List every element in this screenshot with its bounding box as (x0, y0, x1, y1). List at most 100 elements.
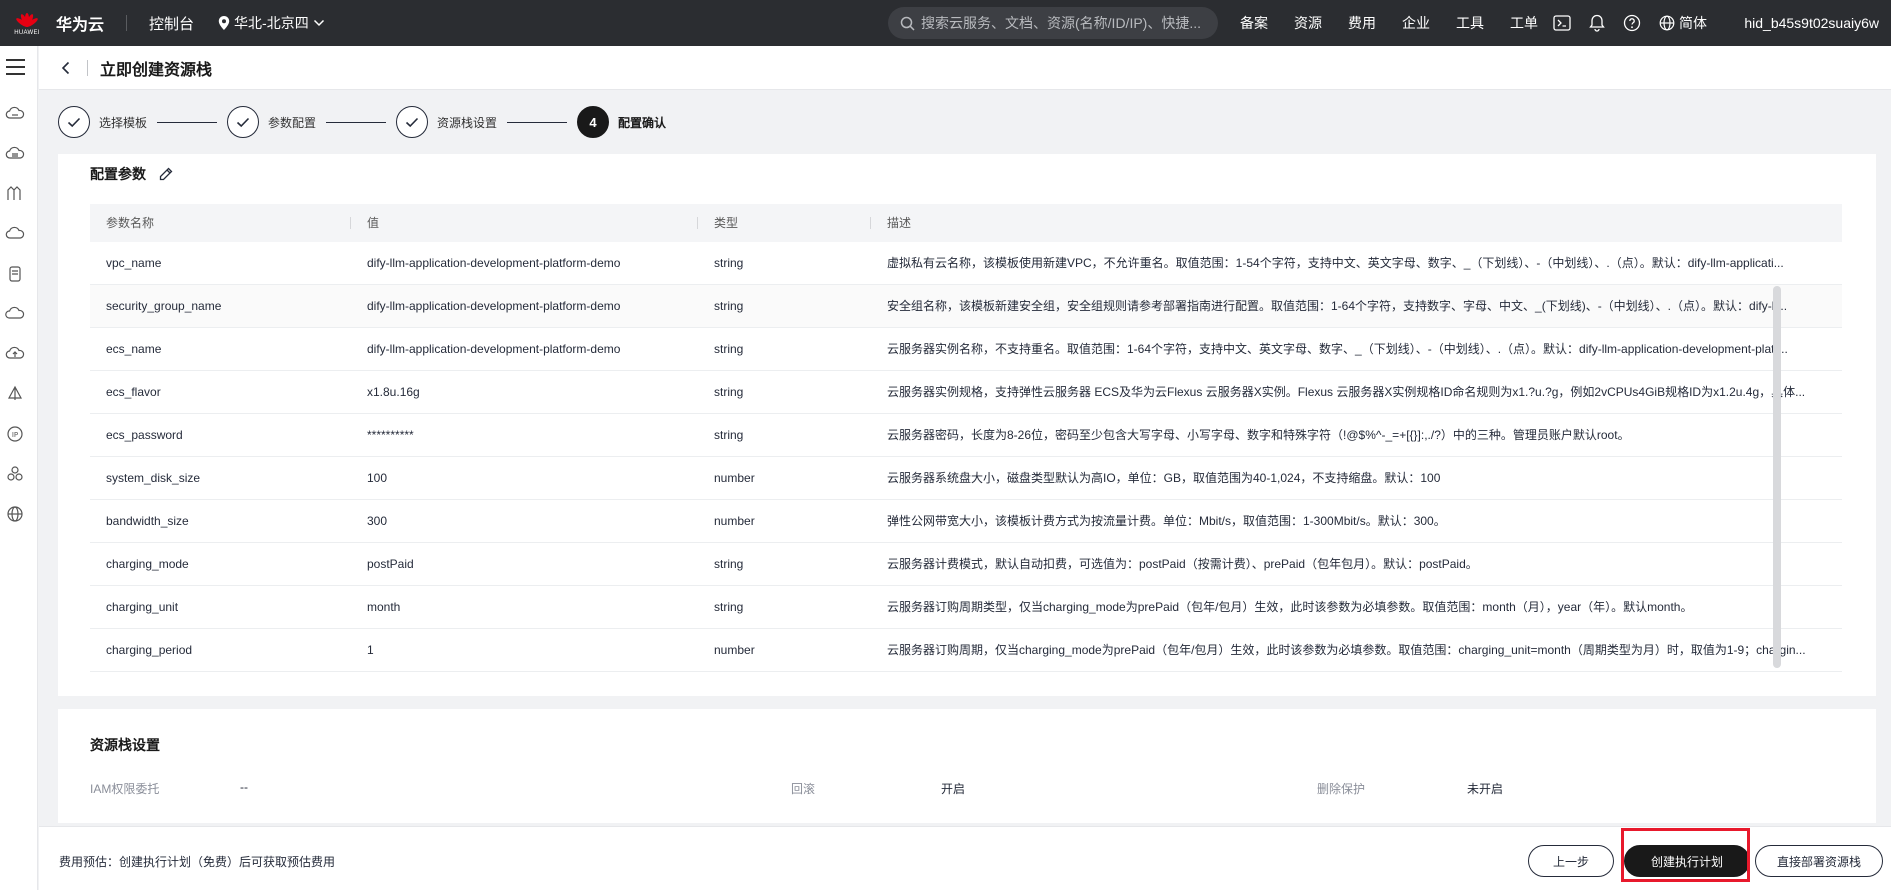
param-name: security_group_name (106, 299, 222, 313)
nav-tools[interactable]: 工具 (1456, 13, 1484, 33)
param-value: dify-llm-application-development-platfor… (367, 342, 621, 356)
cloud-storage-icon[interactable] (5, 144, 25, 164)
check-icon (405, 117, 419, 127)
param-desc: 云服务器系统盘大小，磁盘类型默认为高IO，单位：GB，取值范围为40-1,024… (887, 471, 1441, 485)
rollback-value: 开启 (941, 782, 966, 796)
rollback-label: 回滚 (791, 782, 816, 796)
network-icon[interactable] (5, 184, 25, 204)
table-row: system_disk_size 100 number 云服务器系统盘大小，磁盘… (90, 457, 1842, 500)
nav-tickets[interactable]: 工单 (1510, 13, 1538, 33)
step-connector (507, 121, 568, 123)
cloud-backup-icon[interactable] (5, 304, 25, 324)
nav-billing[interactable]: 费用 (1348, 13, 1376, 33)
param-name: charging_mode (106, 557, 189, 571)
table-row: charging_mode postPaid string 云服务器计费模式，默… (90, 543, 1842, 586)
divider (87, 59, 88, 76)
database-icon[interactable] (5, 264, 25, 284)
step-select-template[interactable]: 选择模板 (58, 106, 147, 138)
top-nav: 备案 资源 费用 企业 工具 工单 (1240, 0, 1564, 46)
param-desc: 云服务器密码，长度为8-26位，密码至少包含大写字母、小写字母、数字和特殊字符（… (887, 428, 1630, 442)
logo-text: HUAWEI (14, 29, 40, 36)
language-selector[interactable]: 简体 (1659, 13, 1707, 33)
col-desc: 描述 (887, 216, 912, 230)
bell-icon[interactable] (1589, 14, 1605, 32)
table-row: ecs_name dify-llm-application-developmen… (90, 328, 1842, 371)
params-title-row: 配置参数 (90, 164, 174, 184)
param-desc: 云服务器订购周期，仅当charging_mode为prePaid（包年/包月）生… (887, 643, 1806, 657)
cluster-icon[interactable] (5, 464, 25, 484)
svg-text:IP: IP (12, 431, 18, 439)
edit-icon[interactable] (158, 166, 174, 182)
globe-icon (1659, 15, 1675, 31)
param-value: month (367, 600, 401, 614)
language-label: 简体 (1679, 15, 1707, 31)
step-connector (157, 121, 218, 123)
step-param-config[interactable]: 参数配置 (227, 106, 316, 138)
cloud-server-icon[interactable] (5, 104, 25, 124)
region-selector[interactable]: 华北-北京四 (218, 13, 325, 33)
wizard-steps: 选择模板 参数配置 资源栈设置 4 配置确认 (58, 106, 666, 138)
step-stack-settings[interactable]: 资源栈设置 (396, 106, 497, 138)
cloud-icon[interactable] (5, 224, 25, 244)
params-title: 配置参数 (90, 166, 146, 182)
help-icon[interactable] (1623, 14, 1641, 32)
step-confirm: 4 配置确认 (577, 106, 666, 138)
nav-beian[interactable]: 备案 (1240, 13, 1268, 33)
params-table: 参数名称 值 类型 描述 vpc_name dify-llm-applicati… (90, 204, 1842, 672)
step-done-circle (58, 106, 90, 138)
location-pin-icon (218, 16, 230, 30)
param-name: charging_unit (106, 600, 179, 614)
service-sidebar: IP (0, 46, 38, 890)
console-link[interactable]: 控制台 (149, 13, 194, 34)
cloud-upload-icon[interactable] (5, 344, 25, 364)
delete-protection-label: 删除保护 (1317, 782, 1366, 796)
iam-value-field: -- (240, 780, 248, 794)
param-name: ecs_name (106, 342, 162, 356)
user-account[interactable]: hid_b45s9t02suaiy6w (1744, 0, 1879, 46)
chevron-down-icon (313, 19, 324, 27)
table-row: ecs_flavor x1.8u.16g string 云服务器实例规格，支持弹… (90, 371, 1842, 414)
globe-service-icon[interactable] (5, 504, 25, 524)
param-value: postPaid (367, 557, 414, 571)
nav-enterprise[interactable]: 企业 (1402, 13, 1430, 33)
param-type: number (714, 471, 755, 485)
step-connector (326, 121, 387, 123)
deploy-icon[interactable] (5, 384, 25, 404)
param-desc: 云服务器订购周期类型，仅当charging_mode为prePaid（包年/包月… (887, 600, 1693, 614)
param-desc: 安全组名称，该模板新建安全组，安全组规则请参考部署指南进行配置。取值范围：1-6… (887, 299, 1788, 313)
global-search-input[interactable]: 搜索云服务、文档、资源(名称/ID/IP)、快捷... (888, 7, 1218, 39)
ip-icon[interactable]: IP (5, 424, 25, 444)
terminal-icon[interactable] (1553, 15, 1571, 31)
col-param-name: 参数名称 (106, 216, 155, 230)
param-value: 100 (367, 471, 388, 485)
delete-protection-value-field: 未开启 (1467, 780, 1503, 797)
iam-label: IAM权限委托 (90, 782, 160, 796)
back-arrow-icon[interactable] (59, 61, 73, 75)
param-type: string (714, 557, 744, 571)
param-type: number (714, 643, 755, 657)
param-name: charging_period (106, 643, 193, 657)
stack-settings-title: 资源栈设置 (90, 737, 160, 753)
param-desc: 云服务器实例规格，支持弹性云服务器 ECS及华为云Flexus 云服务器X实例。… (887, 385, 1806, 399)
param-name: vpc_name (106, 256, 162, 270)
col-divider (697, 217, 698, 229)
param-desc: 虚拟私有云名称，该模板使用新建VPC，不允许重名。取值范围：1-54个字符，支持… (887, 256, 1784, 270)
step-label: 选择模板 (99, 115, 148, 130)
brand-name[interactable]: 华为云 (56, 11, 104, 35)
step-label: 配置确认 (618, 115, 667, 130)
menu-icon[interactable] (6, 59, 25, 75)
table-row: ecs_password ********** string 云服务器密码，长度… (90, 414, 1842, 457)
previous-button[interactable]: 上一步 (1528, 845, 1614, 877)
params-card: 配置参数 参数名称 值 类型 描述 vpc_name dify-llm-appl… (58, 154, 1876, 696)
region-label: 华北-北京四 (234, 15, 309, 31)
table-scrollbar[interactable] (1773, 286, 1781, 668)
param-name: bandwidth_size (106, 514, 189, 528)
deploy-stack-button[interactable]: 直接部署资源栈 (1755, 845, 1883, 877)
huawei-logo[interactable]: HUAWEI (0, 0, 54, 46)
step-label: 参数配置 (268, 115, 317, 130)
col-divider (870, 217, 871, 229)
param-name: ecs_flavor (106, 385, 161, 399)
col-divider (350, 217, 351, 229)
param-name: ecs_password (106, 428, 183, 442)
nav-resources[interactable]: 资源 (1294, 13, 1322, 33)
